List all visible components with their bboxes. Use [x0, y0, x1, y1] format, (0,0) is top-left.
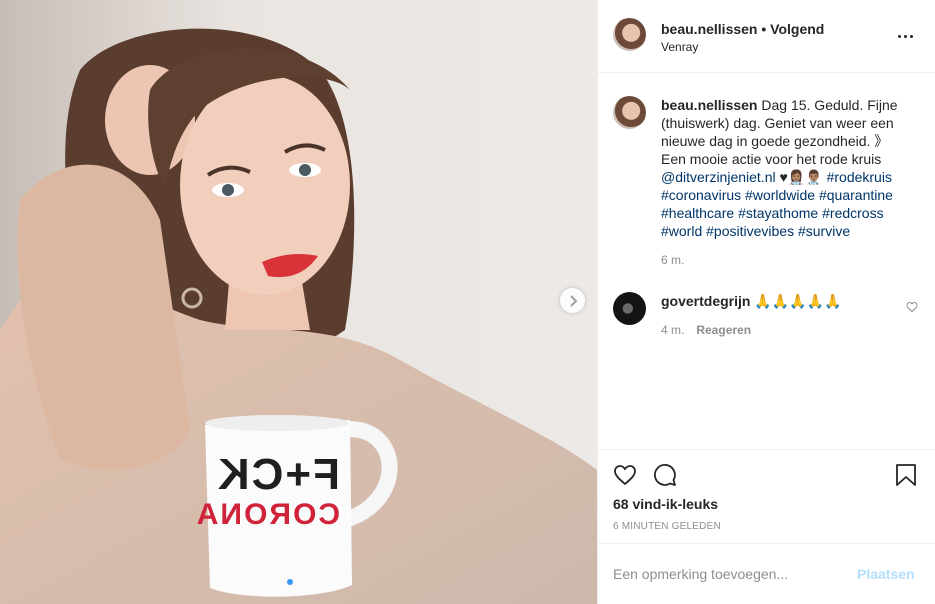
- post-comment-button[interactable]: Plaatsen: [857, 566, 915, 582]
- comment-meta: 4 m. Reageren: [661, 323, 751, 337]
- post-timestamp[interactable]: 6 MINUTEN GELEDEN: [613, 521, 721, 532]
- carousel-dot-active: [287, 579, 293, 585]
- author-avatar[interactable]: [613, 18, 646, 51]
- comment-time[interactable]: 4 m.: [661, 323, 684, 337]
- reply-button[interactable]: Reageren: [696, 323, 751, 337]
- carousel-next-button[interactable]: [560, 288, 585, 313]
- hashtag[interactable]: #healthcare: [661, 205, 734, 221]
- caption-username[interactable]: beau.nellissen: [661, 97, 757, 113]
- instagram-post: F+CK CORONA beau.nellissen • Volgend Ven…: [0, 0, 935, 604]
- hashtag[interactable]: #survive: [798, 223, 850, 239]
- hashtag[interactable]: #coronavirus: [661, 187, 741, 203]
- author-username[interactable]: beau.nellissen: [661, 21, 757, 37]
- bookmark-icon[interactable]: [895, 463, 917, 487]
- caption-time[interactable]: 6 m.: [661, 253, 684, 267]
- post-caption: beau.nellissen Dag 15. Geduld. Fijne (th…: [661, 96, 911, 240]
- more-options-icon[interactable]: [898, 28, 918, 44]
- post-photo[interactable]: F+CK CORONA: [0, 0, 597, 604]
- commenter-avatar[interactable]: [613, 292, 646, 325]
- comment-line: govertdegrijn 🙏🙏🙏🙏🙏: [661, 293, 842, 310]
- comment-input[interactable]: [613, 563, 843, 585]
- caption-emojis: ♥👩🏽‍⚕️👨🏽‍⚕️: [779, 169, 823, 185]
- mug-text-line1: F+CK: [215, 450, 340, 499]
- post-sidebar: beau.nellissen • Volgend Venray beau.nel…: [597, 0, 935, 604]
- hashtag[interactable]: #quarantine: [819, 187, 893, 203]
- comment-form: Plaatsen: [598, 543, 935, 604]
- mug-text-line2: CORONA: [194, 498, 340, 531]
- carousel-indicator: [287, 579, 303, 585]
- comment-icon[interactable]: [653, 463, 677, 487]
- separator-dot: •: [761, 21, 767, 37]
- comment-text: 🙏🙏🙏🙏🙏: [754, 293, 842, 309]
- caption-mention[interactable]: @ditverzinjeniet.nl: [661, 169, 776, 185]
- comment-username[interactable]: govertdegrijn: [661, 293, 750, 309]
- hashtag[interactable]: #redcross: [822, 205, 883, 221]
- location-link[interactable]: Venray: [661, 40, 698, 54]
- small-heart-icon[interactable]: [906, 301, 918, 313]
- mug-text: F+CK CORONA: [194, 450, 340, 532]
- hashtag[interactable]: #rodekruis: [827, 169, 892, 185]
- hashtag[interactable]: #world: [661, 223, 702, 239]
- heart-icon[interactable]: [613, 463, 637, 487]
- hashtag[interactable]: #worldwide: [745, 187, 815, 203]
- chevron-right-icon: [569, 294, 577, 307]
- carousel-dot: [297, 579, 303, 585]
- post-header: beau.nellissen • Volgend Venray: [598, 0, 935, 73]
- likes-count[interactable]: 68 vind-ik-leuks: [613, 496, 718, 512]
- hashtag[interactable]: #positivevibes: [706, 223, 794, 239]
- hashtag[interactable]: #stayathome: [738, 205, 818, 221]
- follow-status-button[interactable]: Volgend: [770, 21, 824, 37]
- caption-avatar[interactable]: [613, 96, 646, 129]
- author-line: beau.nellissen • Volgend: [661, 21, 824, 37]
